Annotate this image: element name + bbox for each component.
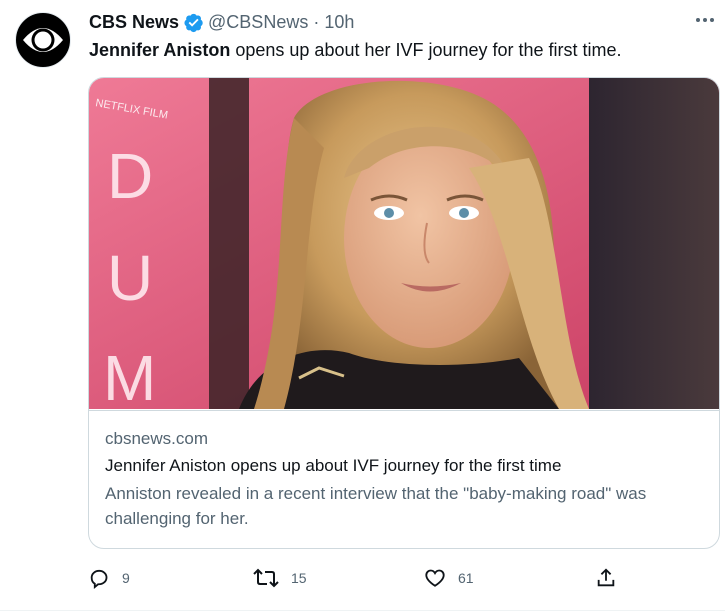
retweet-icon bbox=[253, 568, 279, 588]
share-icon bbox=[597, 568, 615, 587]
tweet-text-bold: Jennifer Aniston bbox=[89, 40, 231, 60]
reply-count: 9 bbox=[122, 570, 130, 586]
cbs-eye-logo-icon bbox=[23, 28, 63, 52]
card-body[interactable]: cbsnews.com Jennifer Aniston opens up ab… bbox=[89, 410, 719, 548]
verified-badge-icon bbox=[183, 12, 204, 33]
reply-icon bbox=[90, 569, 108, 589]
card-title: Jennifer Aniston opens up about IVF jour… bbox=[105, 456, 562, 475]
timestamp[interactable]: 10h bbox=[324, 12, 354, 33]
retweet-count: 15 bbox=[291, 570, 307, 586]
card-domain: cbsnews.com bbox=[105, 429, 208, 448]
tweet[interactable]: CBS News @CBSNews · 10h Jennifer Aniston… bbox=[0, 0, 725, 611]
retweet-button[interactable]: 15 bbox=[253, 562, 307, 594]
reply-button[interactable]: 9 bbox=[88, 562, 130, 594]
share-button[interactable] bbox=[595, 562, 617, 594]
card-image[interactable]: NETFLIX FILM D U M bbox=[89, 78, 719, 409]
more-options-icon[interactable] bbox=[691, 8, 719, 32]
backdrop-letter-3: M bbox=[103, 342, 156, 409]
action-bar: 9 15 61 bbox=[88, 562, 628, 594]
tweet-text: Jennifer Aniston opens up about her IVF … bbox=[89, 38, 622, 62]
separator-dot: · bbox=[313, 11, 320, 32]
display-name[interactable]: CBS News bbox=[89, 12, 179, 33]
backdrop-letter-2: U bbox=[107, 242, 153, 314]
card-description: Anniston revealed in a recent interview … bbox=[105, 484, 647, 528]
link-card[interactable]: NETFLIX FILM D U M cbsnews.com Jennifer … bbox=[88, 77, 720, 549]
tweet-header: CBS News @CBSNews · 10h bbox=[89, 10, 715, 34]
handle[interactable]: @CBSNews bbox=[208, 12, 308, 33]
like-button[interactable]: 61 bbox=[424, 562, 474, 594]
heart-icon bbox=[425, 569, 445, 587]
like-count: 61 bbox=[458, 570, 474, 586]
backdrop-letter-1: D bbox=[107, 140, 153, 212]
tweet-text-rest: opens up about her IVF journey for the f… bbox=[230, 40, 622, 60]
avatar[interactable] bbox=[15, 12, 71, 68]
card-photo-illustration: NETFLIX FILM D U M bbox=[89, 78, 719, 409]
